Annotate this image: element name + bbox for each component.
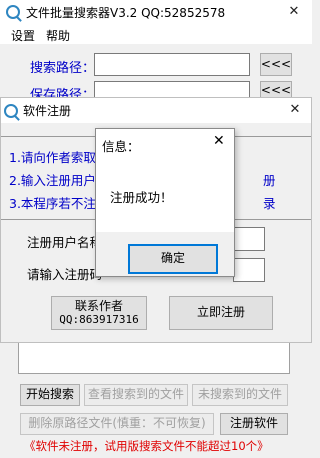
- unregistered-status-text: 《软件未注册，试用版搜索文件不能超过10个》: [24, 439, 269, 453]
- contact-author-qq: QQ:863917316: [59, 312, 139, 326]
- start-search-button[interactable]: 开始搜索: [20, 384, 80, 406]
- register-titlebar: 软件注册 ✕: [1, 98, 311, 123]
- reg-code-label: 请输入注册码: [27, 267, 103, 282]
- search-path-browse-button[interactable]: <<<: [260, 53, 292, 76]
- not-found-files-button[interactable]: 未搜索到的文件: [192, 384, 288, 406]
- message-box-body: 信息： ✕ 注册成功！: [96, 129, 234, 232]
- main-titlebar: 文件批量搜索器V3.2 QQ:52852578 ✕: [0, 0, 312, 24]
- register-now-button[interactable]: 立即注册: [169, 296, 273, 330]
- info-line-3: 3.本程序若不注册: [9, 196, 109, 211]
- message-box: 信息： ✕ 注册成功！ 确定: [95, 128, 235, 277]
- info-line-1: 1.请向作者索取注: [9, 150, 109, 165]
- info-line-2: 2.输入注册用户名: [9, 173, 109, 188]
- info-line-3-tail: 录: [263, 196, 276, 211]
- search-path-label: 搜索路径：: [30, 61, 96, 76]
- menu-bar: 设置 帮助: [0, 24, 312, 44]
- result-list[interactable]: [18, 338, 290, 374]
- contact-author-button[interactable]: 联系作者 QQ:863917316: [51, 296, 147, 330]
- search-path-input[interactable]: [94, 53, 250, 76]
- main-window-title: 文件批量搜索器V3.2 QQ:52852578: [26, 5, 226, 20]
- message-box-close-icon[interactable]: ✕: [213, 133, 225, 149]
- register-window-title: 软件注册: [23, 104, 72, 118]
- main-close-icon[interactable]: ✕: [280, 0, 308, 24]
- ok-button[interactable]: 确定: [128, 244, 218, 274]
- register-app-icon: [4, 103, 18, 118]
- username-input[interactable]: [233, 227, 265, 251]
- reg-code-input[interactable]: [233, 258, 265, 282]
- message-box-text: 注册成功！: [110, 190, 173, 205]
- register-software-button[interactable]: 注册软件: [220, 413, 288, 435]
- delete-source-files-button[interactable]: 删除原路径文件(慎重：不可恢复): [20, 413, 214, 435]
- search-app-icon: [6, 5, 20, 19]
- register-close-icon[interactable]: ✕: [281, 98, 309, 122]
- menu-settings[interactable]: 设置: [11, 27, 35, 44]
- contact-author-label: 联系作者: [74, 299, 123, 314]
- info-line-2-tail: 册: [263, 173, 276, 188]
- view-found-files-button[interactable]: 查看搜索到的文件: [84, 384, 188, 406]
- message-box-title: 信息：: [102, 139, 140, 154]
- username-label: 注册用户名称: [27, 235, 103, 250]
- menu-help[interactable]: 帮助: [46, 27, 70, 44]
